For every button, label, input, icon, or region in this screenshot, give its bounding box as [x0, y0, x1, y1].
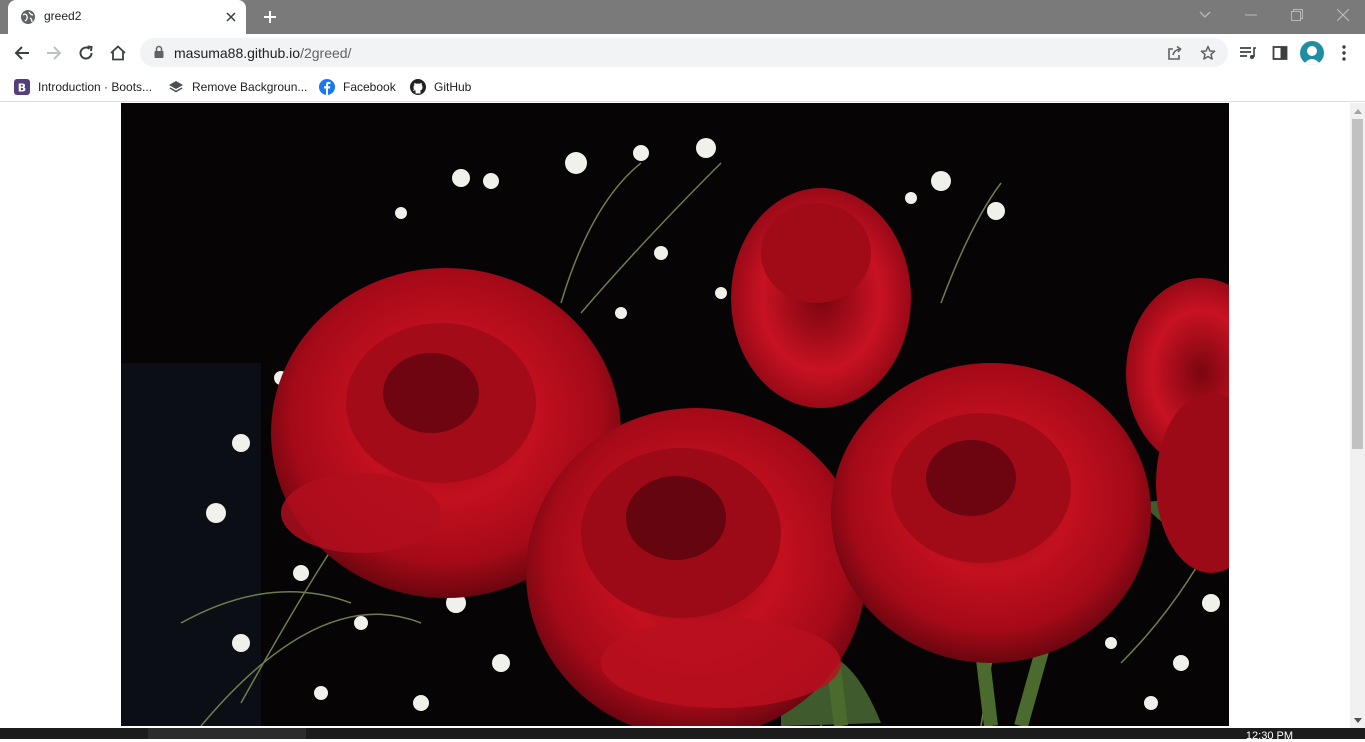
- tab-close-icon[interactable]: [222, 8, 240, 26]
- scrollbar-thumb[interactable]: [1352, 119, 1363, 449]
- svg-text:B: B: [18, 82, 26, 95]
- scroll-up-arrow-icon[interactable]: [1350, 104, 1365, 118]
- url-path: /2greed/: [300, 45, 352, 61]
- bookmark-label: Facebook: [343, 80, 396, 94]
- taskbar-clock: 12:30 PM: [1245, 730, 1293, 742]
- bookmarks-bar: B Introduction · Boots... Remove Backgro…: [0, 72, 1365, 102]
- url-host: masuma88.github.io: [174, 45, 301, 61]
- reload-button[interactable]: [74, 41, 98, 65]
- home-icon: [110, 45, 126, 61]
- layers-icon: [168, 79, 184, 95]
- browser-toolbar: masuma88.github.io/2greed/: [0, 34, 1365, 72]
- more-vert-icon: [1342, 45, 1346, 61]
- address-bar[interactable]: masuma88.github.io/2greed/: [140, 38, 1228, 67]
- bootstrap-icon: B: [14, 79, 30, 95]
- menu-button[interactable]: [1332, 41, 1356, 65]
- red-roses-photo: [121, 103, 1229, 726]
- github-icon: [410, 79, 426, 95]
- share-icon: [1168, 45, 1182, 60]
- minimize-icon: [1245, 14, 1257, 16]
- vertical-scrollbar[interactable]: [1350, 103, 1365, 728]
- bookmark-label: Introduction · Boots...: [38, 80, 153, 94]
- reload-icon: [79, 45, 93, 60]
- chevron-down-icon: [1199, 11, 1211, 18]
- star-icon: [1200, 45, 1216, 60]
- person-icon: [1303, 46, 1321, 65]
- close-icon: [1337, 9, 1349, 21]
- profile-avatar[interactable]: [1300, 41, 1324, 65]
- close-window-button[interactable]: [1329, 4, 1357, 26]
- forward-button[interactable]: [42, 41, 66, 65]
- side-panel-button[interactable]: [1268, 41, 1292, 65]
- new-tab-button[interactable]: [258, 6, 282, 28]
- arrow-right-icon: [47, 46, 62, 60]
- bookmark-bootstrap[interactable]: B Introduction · Boots...: [14, 76, 152, 98]
- facebook-icon: [319, 79, 335, 95]
- browser-tab[interactable]: greed2: [8, 0, 246, 34]
- minimize-button[interactable]: [1237, 4, 1265, 26]
- plus-icon: [264, 11, 276, 23]
- restore-icon: [1291, 9, 1303, 21]
- tab-strip: greed2: [0, 0, 1365, 34]
- bookmark-star-button[interactable]: [1198, 43, 1218, 63]
- scroll-down-arrow-icon[interactable]: [1350, 713, 1365, 727]
- bookmark-facebook[interactable]: Facebook: [319, 76, 396, 98]
- bookmark-remove-background[interactable]: Remove Backgroun...: [168, 76, 307, 98]
- share-button[interactable]: [1165, 43, 1185, 63]
- home-button[interactable]: [106, 41, 130, 65]
- side-panel-icon: [1272, 46, 1288, 60]
- bookmark-github[interactable]: GitHub: [410, 76, 471, 98]
- bookmark-label: GitHub: [434, 80, 472, 94]
- globe-icon: [21, 10, 35, 24]
- bookmark-label: Remove Backgroun...: [192, 80, 308, 94]
- url-text[interactable]: masuma88.github.io/2greed/: [174, 45, 351, 61]
- taskbar-app-chrome[interactable]: [148, 728, 306, 739]
- page-viewport: [0, 103, 1350, 728]
- back-button[interactable]: [10, 41, 34, 65]
- tab-title: greed2: [44, 9, 82, 23]
- lock-icon[interactable]: [152, 45, 166, 59]
- restore-button[interactable]: [1283, 4, 1311, 26]
- os-taskbar: 12:30 PM: [0, 728, 1365, 742]
- playlist-icon: [1240, 47, 1256, 59]
- tab-search-button[interactable]: [1191, 4, 1219, 26]
- media-button[interactable]: [1236, 41, 1260, 65]
- arrow-left-icon: [14, 46, 29, 60]
